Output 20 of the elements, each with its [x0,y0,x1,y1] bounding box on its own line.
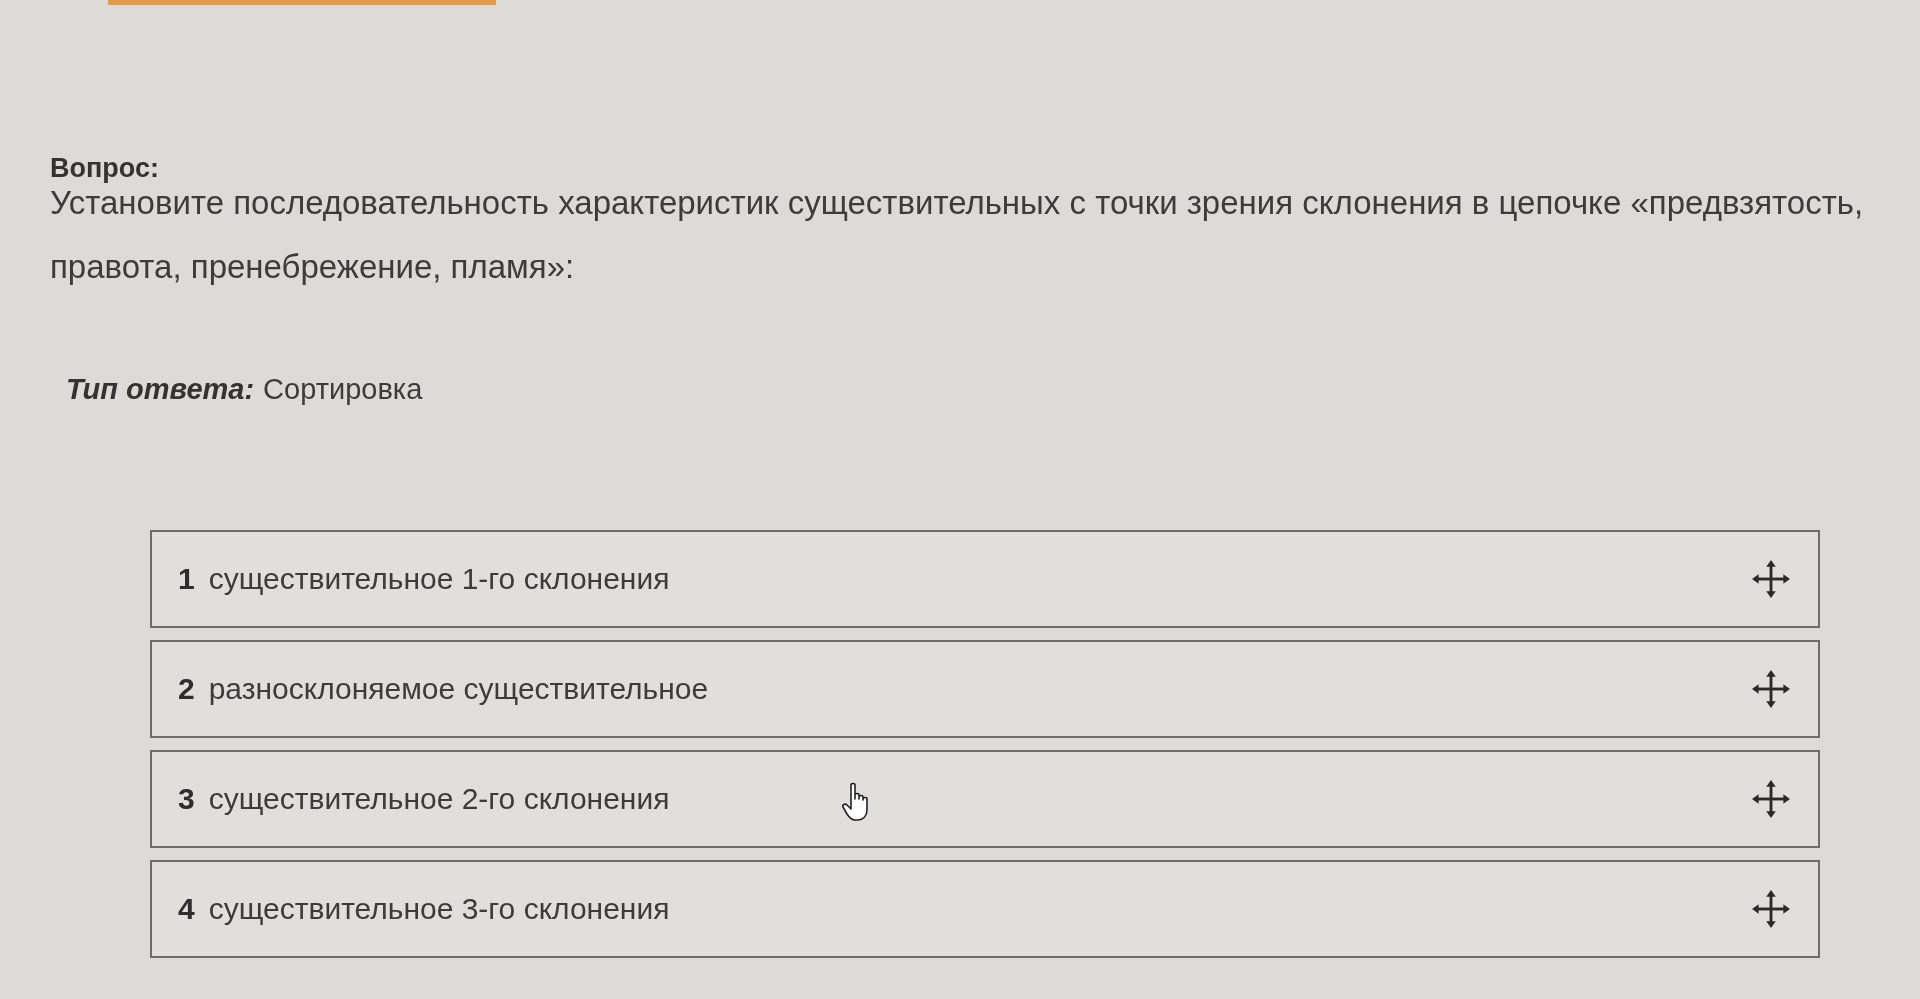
move-handle-icon[interactable] [1752,890,1790,928]
answer-type-value: Сортировка [263,373,423,406]
item-number: 1 [178,562,195,596]
sortable-item[interactable]: 2 разносклоняемое существительное [150,640,1820,738]
move-handle-icon[interactable] [1752,670,1790,708]
sortable-item[interactable]: 3 существительное 2-го склонения [150,750,1820,848]
question-label: Вопрос: [50,152,159,185]
item-text: существительное 1-го склонения [208,562,670,596]
answer-type-label: Тип ответа: [66,373,255,406]
item-text: существительное 3-го склонения [208,892,670,926]
move-handle-icon[interactable] [1752,560,1790,598]
sortable-item[interactable]: 1 существительное 1-го склонения [150,530,1820,628]
item-number: 4 [178,892,195,926]
item-number: 3 [178,782,195,816]
sortable-item[interactable]: 4 существительное 3-го склонения [150,860,1820,958]
move-handle-icon[interactable] [1752,780,1790,818]
item-text: разносклоняемое существительное [208,672,709,706]
item-number: 2 [178,672,195,706]
question-text: Установите последовательность характеристик существительных с точки зрения склонения в цепочке «предвзятость, правота, пренебрежение, пламя»: [50,183,1865,287]
item-text: существительное 2-го склонения [208,782,670,816]
